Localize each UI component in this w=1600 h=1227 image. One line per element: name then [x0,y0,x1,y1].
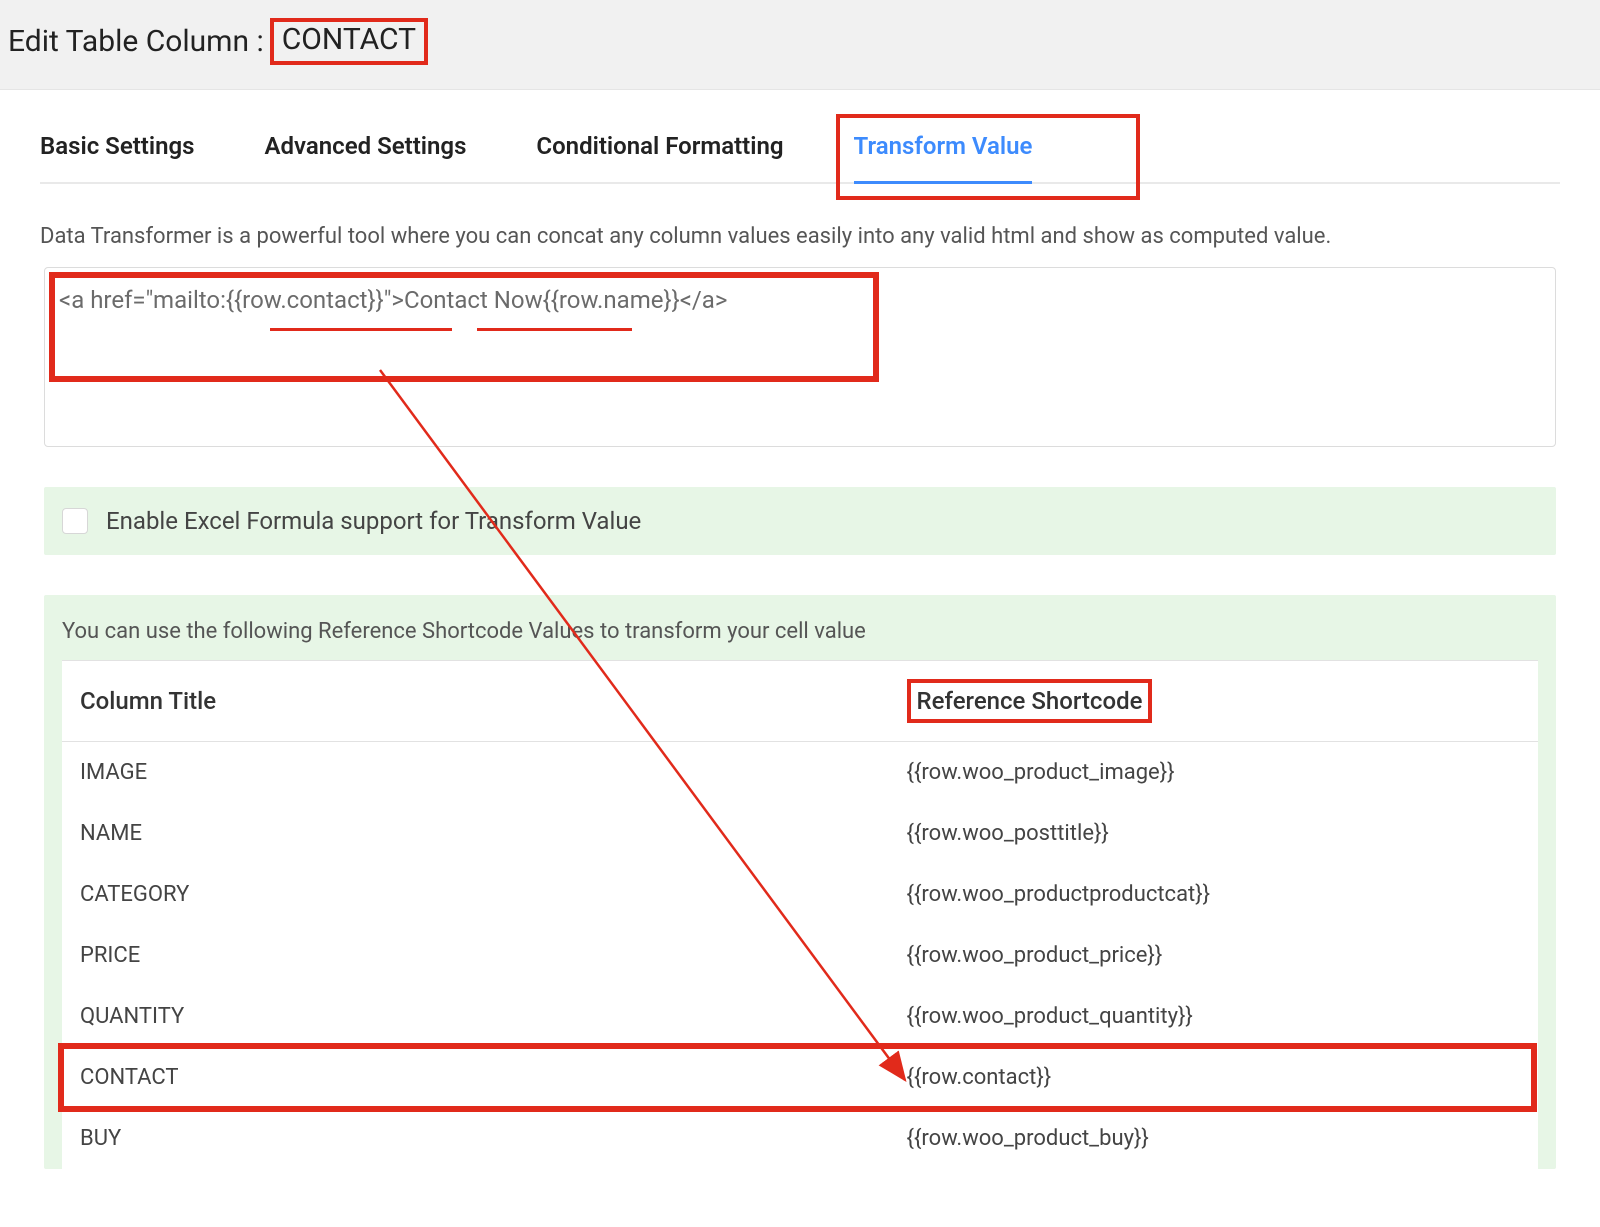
table-row: PRICE{{row.woo_product_price}} [62,925,1538,986]
cell-column-title: CONTACT [62,1047,889,1108]
shortcode-intro: You can use the following Reference Shor… [62,619,1538,660]
cell-reference-shortcode: {{row.woo_posttitle}} [889,803,1538,864]
transform-value-input[interactable]: <a href="mailto:{{row.contact}}">Contact… [44,267,1556,447]
th-reference-shortcode-label: Reference Shortcode [907,679,1153,723]
shortcode-panel: You can use the following Reference Shor… [44,595,1556,1169]
th-reference-shortcode: Reference Shortcode [889,661,1538,742]
annotation-underline [270,328,452,331]
table-row: CONTACT{{row.contact}} [62,1047,1538,1108]
excel-formula-label: Enable Excel Formula support for Transfo… [106,507,641,535]
annotation-underline [477,328,632,331]
table-row: IMAGE{{row.woo_product_image}} [62,742,1538,804]
header-prefix: Edit Table Column : [8,24,270,59]
cell-reference-shortcode: {{row.contact}} [889,1047,1538,1108]
th-column-title: Column Title [62,661,889,742]
excel-formula-checkbox[interactable] [62,508,88,534]
tabs: Basic Settings Advanced Settings Conditi… [40,90,1560,184]
cell-reference-shortcode: {{row.woo_product_price}} [889,925,1538,986]
cell-reference-shortcode: {{row.woo_product_buy}} [889,1108,1538,1169]
header-column-name: CONTACT [270,18,428,65]
tab-transform-value-label: Transform Value [854,132,1033,160]
cell-column-title: QUANTITY [62,986,889,1047]
cell-column-title: PRICE [62,925,889,986]
cell-column-title: IMAGE [62,742,889,804]
page-header: Edit Table Column : CONTACT [0,0,1600,90]
tab-basic-settings[interactable]: Basic Settings [40,124,195,182]
table-row: CATEGORY{{row.woo_productproductcat}} [62,864,1538,925]
table-row: BUY{{row.woo_product_buy}} [62,1108,1538,1169]
cell-reference-shortcode: {{row.woo_productproductcat}} [889,864,1538,925]
cell-reference-shortcode: {{row.woo_product_image}} [889,742,1538,804]
cell-column-title: CATEGORY [62,864,889,925]
cell-reference-shortcode: {{row.woo_product_quantity}} [889,986,1538,1047]
shortcode-table: Column Title Reference Shortcode IMAGE{{… [62,660,1538,1169]
tabs-container: Basic Settings Advanced Settings Conditi… [0,90,1600,184]
transform-value-content: <a href="mailto:{{row.contact}}">Contact… [59,286,1541,314]
cell-column-title: NAME [62,803,889,864]
tab-advanced-settings[interactable]: Advanced Settings [265,124,467,182]
table-row: NAME{{row.woo_posttitle}} [62,803,1538,864]
tab-transform-value[interactable]: Transform Value [854,124,1033,182]
excel-formula-option: Enable Excel Formula support for Transfo… [44,487,1556,555]
table-row: QUANTITY{{row.woo_product_quantity}} [62,986,1538,1047]
transformer-description: Data Transformer is a powerful tool wher… [0,184,1600,267]
cell-column-title: BUY [62,1108,889,1169]
tab-conditional-formatting[interactable]: Conditional Formatting [536,124,783,182]
